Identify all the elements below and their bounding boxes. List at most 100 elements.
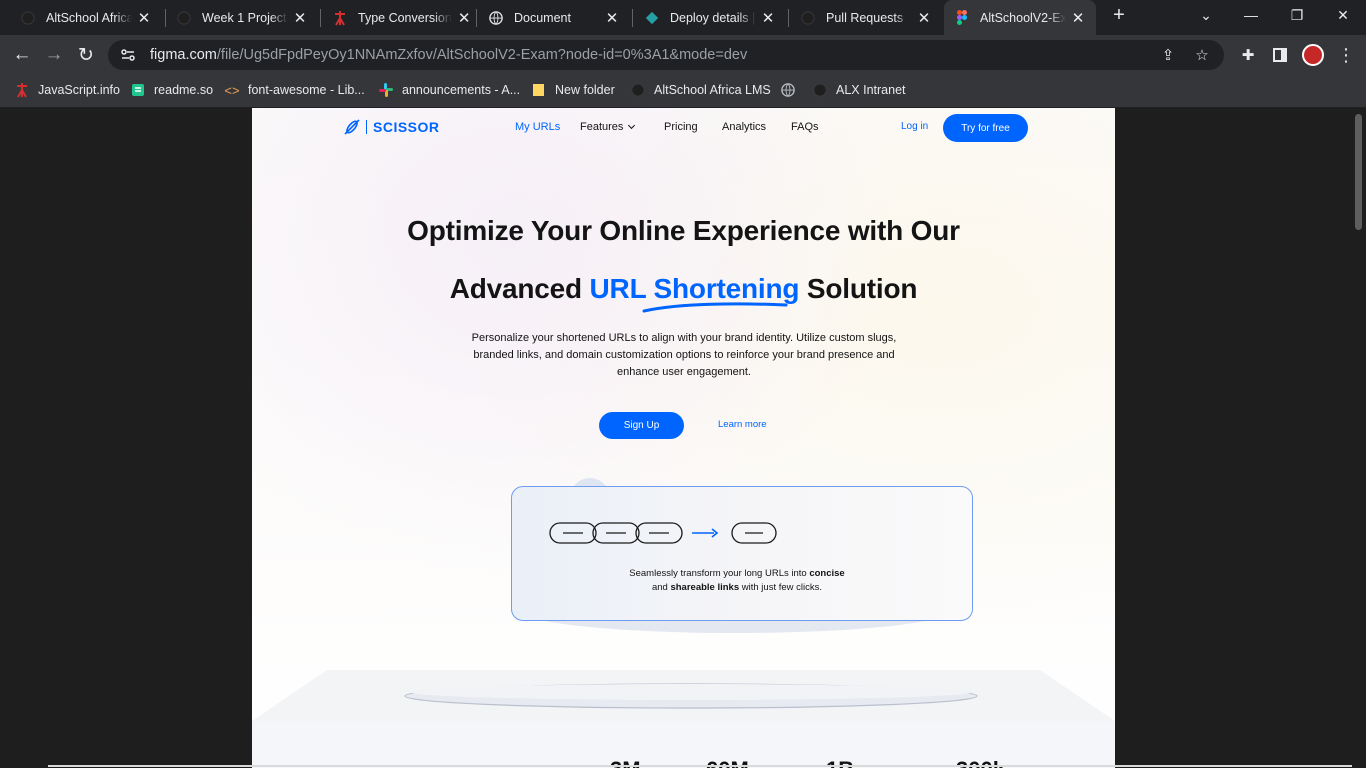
close-icon[interactable]: ✕: [604, 9, 620, 27]
bookmark-javascript-info[interactable]: JavaScript.info: [14, 75, 120, 105]
restore-button[interactable]: ❐: [1274, 0, 1320, 30]
tab-separator: [632, 9, 633, 27]
logo-text: SCISSOR: [373, 119, 440, 135]
nav-analytics[interactable]: Analytics: [722, 121, 766, 133]
try-for-free-button[interactable]: Try for free: [943, 114, 1028, 142]
back-button[interactable]: ←: [8, 41, 36, 69]
tab-title: Week 1 Project 2: [202, 10, 288, 25]
bookmark-label: New folder: [555, 83, 615, 97]
reload-button[interactable]: ↻: [72, 41, 100, 69]
bookmark-label: font-awesome - Lib...: [248, 83, 365, 97]
bookmark-readme[interactable]: readme.so: [130, 75, 213, 105]
tab-search-icon[interactable]: ⌄: [1183, 0, 1229, 30]
hero-highlight: URL Shortening: [589, 273, 800, 304]
tab-deploy-details[interactable]: Deploy details | D ✕: [644, 0, 784, 35]
card-bold-concise: concise: [809, 568, 845, 579]
tab-title: Type Conversions: [358, 10, 453, 25]
new-tab-button[interactable]: +: [1104, 0, 1134, 30]
nav-faqs[interactable]: FAQs: [791, 121, 819, 133]
tab-separator: [788, 9, 789, 27]
bookmark-label: announcements - A...: [402, 83, 521, 97]
close-window-button[interactable]: ✕: [1320, 0, 1366, 30]
tab-title: AltSchoolV2-Exam: [980, 10, 1066, 25]
close-icon[interactable]: ✕: [916, 9, 932, 27]
hero-highlight-wrap: URL Shortening: [589, 273, 800, 313]
hero-subtext: Personalize your shortened URLs to align…: [471, 332, 897, 378]
tab-pull-requests[interactable]: Pull Requests ✕: [800, 0, 940, 35]
bookmark-label: JavaScript.info: [38, 83, 120, 97]
scissor-logo-icon: [344, 119, 360, 135]
card-text-before: Seamlessly transform your long URLs into: [629, 568, 807, 579]
nav-features[interactable]: Features: [580, 121, 636, 133]
close-icon[interactable]: ✕: [760, 9, 776, 27]
figma-canvas[interactable]: SCISSOR My URLs Features Pricing Analyti…: [0, 108, 1366, 768]
share-icon[interactable]: ⇪: [1156, 40, 1180, 70]
github-icon: [20, 10, 36, 26]
tab-title: AltSchool Africa L: [46, 10, 132, 25]
learn-more-link[interactable]: Learn more: [718, 419, 767, 430]
chain-link-illustration: [549, 522, 777, 544]
tab-strip: AltSchool Africa L ✕ Week 1 Project 2 ✕ …: [0, 0, 1366, 35]
hero-title-line1: Optimize Your Online Experience with Our: [407, 215, 960, 246]
code-icon: <>: [224, 82, 240, 98]
extensions-icon[interactable]: ✚: [1234, 41, 1262, 69]
github-icon: [800, 10, 816, 26]
tab-type-conversions[interactable]: Type Conversions ✕: [332, 0, 472, 35]
github-icon: [176, 10, 192, 26]
folder-icon: [531, 82, 547, 98]
tab-separator: [476, 9, 477, 27]
close-icon[interactable]: ✕: [292, 9, 308, 27]
logo-divider: [366, 120, 367, 134]
close-icon[interactable]: ✕: [456, 9, 472, 27]
bookmark-announcements[interactable]: announcements - A...: [378, 75, 520, 105]
tab-altschoolv2-exam[interactable]: AltSchoolV2-Exam ✕: [944, 0, 1096, 35]
chevron-down-icon: [628, 121, 636, 130]
bookmark-font-awesome[interactable]: <> font-awesome - Lib...: [224, 75, 365, 105]
tab-document[interactable]: Document ✕: [488, 0, 628, 35]
side-panel-icon[interactable]: [1266, 41, 1294, 69]
globe-icon: [488, 10, 504, 26]
bookmark-label: readme.so: [154, 83, 214, 97]
card-caption: Seamlessly transform your long URLs into…: [592, 567, 882, 595]
bookmark-star-icon[interactable]: ☆: [1190, 40, 1214, 70]
globe-icon: [780, 82, 796, 98]
scrollbar-thumb[interactable]: [1355, 114, 1362, 230]
sign-up-button[interactable]: Sign Up: [599, 412, 684, 439]
minimize-button[interactable]: —: [1228, 0, 1274, 30]
github-icon: [630, 82, 646, 98]
tab-week1-project[interactable]: Week 1 Project 2 ✕: [176, 0, 316, 35]
bookmark-label: ALX Intranet: [836, 83, 906, 97]
bookmark-new-folder[interactable]: New folder: [531, 75, 615, 105]
tab-title: Document: [514, 10, 571, 25]
site-info-icon[interactable]: [120, 47, 136, 63]
tab-title: Deploy details | D: [670, 10, 756, 25]
javascript-info-icon: [14, 82, 30, 98]
hero-title-line2: Advanced URL Shortening Solution: [252, 273, 1115, 313]
url-text: figma.com/file/Ug5dFpdPeyOy1NNAmZxfov/Al…: [150, 47, 747, 63]
url-domain: figma.com: [150, 47, 217, 63]
bookmark-altschool-lms[interactable]: AltSchool Africa LMS: [630, 75, 771, 105]
close-icon[interactable]: ✕: [136, 9, 152, 27]
tab-altschool-africa[interactable]: AltSchool Africa L ✕: [20, 0, 162, 35]
profile-avatar[interactable]: [1302, 44, 1324, 66]
canvas-edge: [48, 765, 1352, 767]
nav-my-urls[interactable]: My URLs: [515, 121, 560, 133]
tab-separator: [320, 9, 321, 27]
browser-toolbar: ← → ↻ figma.com/file/Ug5dFpdPeyOy1NNAmZx…: [0, 35, 1366, 75]
bookmark-globe[interactable]: [780, 75, 804, 105]
slack-icon: [378, 82, 394, 98]
bookmark-label: AltSchool Africa LMS: [654, 83, 771, 97]
github-icon: [812, 82, 828, 98]
bookmark-alx-intranet[interactable]: ALX Intranet: [812, 75, 906, 105]
javascript-info-icon: [332, 10, 348, 26]
menu-icon[interactable]: ⋮: [1332, 41, 1360, 69]
decorative-platform: [252, 670, 1115, 721]
figma-icon: [954, 10, 970, 26]
nav-pricing[interactable]: Pricing: [664, 121, 698, 133]
forward-button[interactable]: →: [40, 41, 68, 69]
scissor-logo[interactable]: SCISSOR: [344, 119, 440, 135]
bookmarks-bar: JavaScript.info readme.so <> font-awesom…: [0, 75, 1366, 108]
address-bar[interactable]: figma.com/file/Ug5dFpdPeyOy1NNAmZxfov/Al…: [108, 40, 1224, 70]
login-link[interactable]: Log in: [901, 121, 928, 132]
close-icon[interactable]: ✕: [1070, 9, 1086, 27]
